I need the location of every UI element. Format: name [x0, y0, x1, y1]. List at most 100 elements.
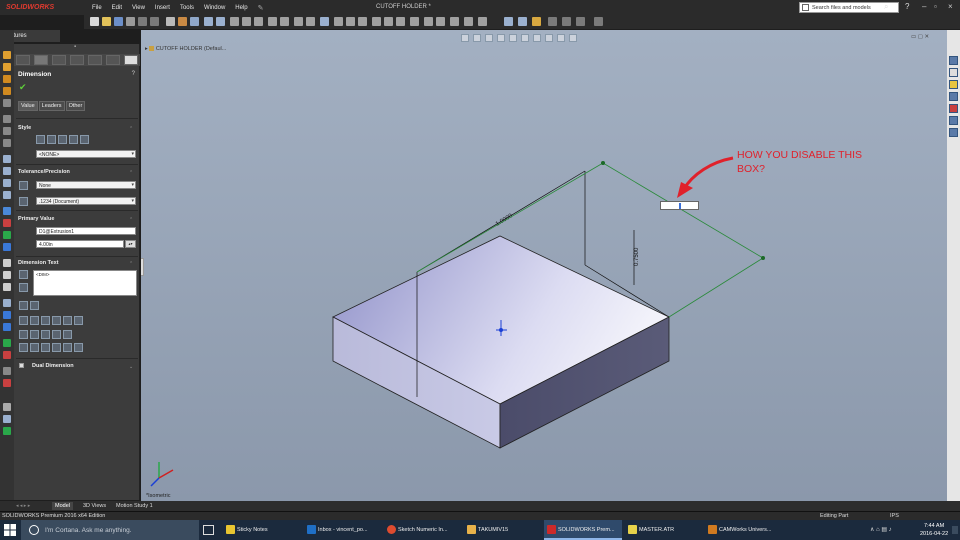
curves-icon-side[interactable] [3, 219, 11, 227]
symbol-icon-9[interactable] [41, 330, 50, 339]
pattern-icon[interactable] [410, 17, 419, 26]
dual-dimension-checkbox[interactable] [19, 363, 24, 368]
style-delete-icon[interactable] [58, 135, 67, 144]
ok-check-icon[interactable]: ✔ [19, 82, 27, 93]
trim-icon[interactable] [268, 17, 277, 26]
design-library-icon[interactable] [949, 68, 958, 77]
instant3d-icon-side[interactable] [3, 231, 11, 239]
cam-icon-3[interactable] [532, 17, 541, 26]
sim-icon-4[interactable] [3, 339, 11, 347]
close-icon[interactable]: × [948, 2, 953, 11]
tool-icon-1[interactable] [3, 403, 11, 411]
hole-wizard-icon[interactable] [3, 127, 11, 135]
curves-icon[interactable] [464, 17, 473, 26]
taskbar-app-sticky-notes[interactable]: Sticky Notes [223, 520, 301, 540]
print-icon[interactable] [126, 17, 135, 26]
help-icon[interactable]: ? [132, 71, 135, 77]
smart-dimension-icon[interactable] [216, 17, 225, 26]
move-icon[interactable] [306, 17, 315, 26]
precision-select[interactable]: .1234 (Document) ▾ [36, 197, 136, 205]
offset-icon[interactable] [280, 17, 289, 26]
task-view-icon[interactable] [203, 525, 214, 535]
symbol-icon-1[interactable] [19, 316, 28, 325]
file-explorer-icon[interactable] [949, 80, 958, 89]
mirror-icon[interactable] [294, 17, 303, 26]
boundary-boss-icon[interactable] [3, 99, 11, 107]
notifications-icon[interactable] [952, 526, 958, 534]
reference-plane-icon[interactable] [3, 207, 11, 215]
menu-file[interactable]: File [92, 5, 102, 11]
tab-motion-study[interactable]: Motion Study 1 [113, 502, 156, 510]
symbol-icon-12[interactable] [19, 343, 28, 352]
tab-other[interactable]: Other [65, 101, 86, 111]
chamfer-icon[interactable] [384, 17, 393, 26]
taskbar-app-camworks[interactable]: CAMWorks Univers... [705, 520, 783, 540]
tab-propertymanager[interactable] [34, 55, 48, 65]
view-palette-icon[interactable] [949, 92, 958, 101]
menu-view[interactable]: View [132, 5, 145, 11]
options-icon[interactable] [190, 17, 199, 26]
tab-scroll-icon[interactable]: ◂ ◂ ▸ ▸ [16, 503, 30, 509]
menu-tools[interactable]: Tools [180, 5, 194, 11]
sim-icon-1[interactable] [3, 299, 11, 307]
custom-properties-icon[interactable] [949, 116, 958, 125]
tab-more[interactable] [124, 55, 138, 65]
collapse-tolerance-icon[interactable]: ⌃ [129, 170, 135, 176]
symbol-icon-15[interactable] [52, 343, 61, 352]
cut-icon[interactable] [358, 17, 367, 26]
cam-icon-2[interactable] [518, 17, 527, 26]
style-apply-icon[interactable] [36, 135, 45, 144]
tab-model[interactable]: Model [52, 502, 73, 510]
solidworks-resources-icon[interactable] [949, 56, 958, 65]
cam-icon-1[interactable] [504, 17, 513, 26]
revolved-cut-icon[interactable] [3, 139, 11, 147]
rib-icon[interactable] [436, 17, 445, 26]
symbol-icon-16[interactable] [63, 343, 72, 352]
grid-icon-2[interactable] [3, 271, 11, 279]
style-select[interactable]: <NONE> ▾ [36, 150, 136, 158]
minimize-icon[interactable]: – [922, 2, 926, 11]
select-icon[interactable] [166, 17, 175, 26]
revolved-boss-icon[interactable] [3, 63, 11, 71]
taskbar-app-takumi[interactable]: TAKUMIV15 [464, 520, 542, 540]
circle-icon[interactable] [254, 17, 263, 26]
symbol-icon-7[interactable] [19, 330, 28, 339]
taskbar-app-chrome[interactable]: Sketch Numeric In... [384, 520, 462, 540]
grid-icon-3[interactable] [3, 283, 11, 291]
symbol-icon-3[interactable] [41, 316, 50, 325]
menu-insert[interactable]: Insert [155, 5, 170, 11]
help-icon[interactable]: ? [905, 2, 909, 11]
sim-icon-3[interactable] [3, 323, 11, 331]
cam-icon-5[interactable] [562, 17, 571, 26]
tab-configurationmanager[interactable] [52, 55, 66, 65]
dimension-text-box[interactable]: <DIM> [33, 270, 137, 296]
panel-grip-icon[interactable]: ▪ [74, 44, 76, 50]
symbol-icon-11[interactable] [63, 330, 72, 339]
cortana-search-box[interactable]: I'm Cortana. Ask me anything. [21, 520, 199, 540]
taskbar-app-outlook[interactable]: Inbox - vincent_po... [304, 520, 382, 540]
menu-edit[interactable]: Edit [112, 5, 122, 11]
taskbar-app-solidworks[interactable]: SOLIDWORKS Prem... [544, 520, 622, 540]
reference-geometry-icon[interactable] [450, 17, 459, 26]
justify-left-icon[interactable] [19, 301, 28, 310]
style-load-icon[interactable] [80, 135, 89, 144]
extrude-icon[interactable] [334, 17, 343, 26]
graphics-area[interactable]: ▸ CUTOFF HOLDER (Defaul... ▭ ▢ ✕ 1.0000 … [141, 30, 947, 501]
redo-icon[interactable] [150, 17, 159, 26]
style-add-icon[interactable] [47, 135, 56, 144]
collapse-dimtext-icon[interactable]: ⌃ [129, 261, 135, 267]
cam-icon-4[interactable] [548, 17, 557, 26]
symbol-icon-17[interactable] [74, 343, 83, 352]
justify-center-icon[interactable] [30, 301, 39, 310]
dimension-value-input-box[interactable] [660, 201, 699, 210]
drag-handle[interactable] [761, 256, 765, 260]
revolve-icon[interactable] [346, 17, 355, 26]
dimension-name-field[interactable]: D1@Extrusion1 [36, 227, 136, 235]
cam-icon-7[interactable] [594, 17, 603, 26]
collapse-primary-icon[interactable]: ⌃ [129, 217, 135, 223]
unit-system[interactable]: IPS [890, 513, 899, 519]
tab-3d-views[interactable]: 3D Views [80, 502, 109, 510]
value-spinner[interactable]: ▴▾ [125, 240, 136, 248]
extruded-cut-icon[interactable] [3, 115, 11, 123]
draft-icon[interactable] [3, 191, 11, 199]
